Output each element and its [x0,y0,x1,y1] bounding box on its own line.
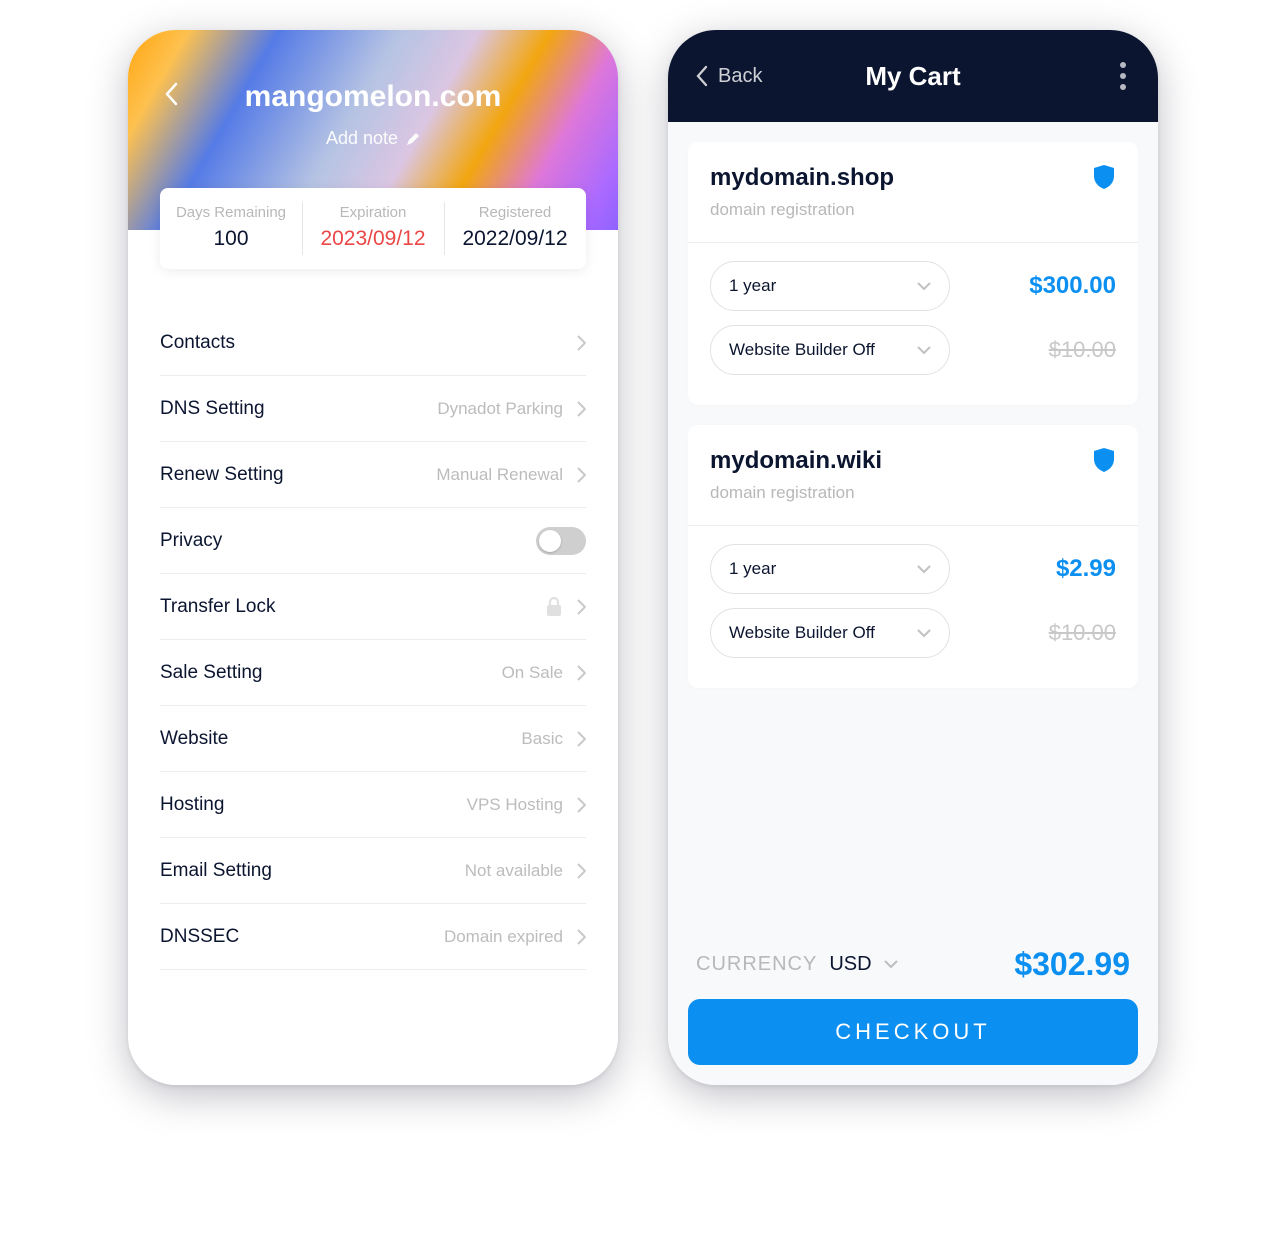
row-dnssec[interactable]: DNSSEC Domain expired [160,904,586,970]
cart-title: My Cart [865,61,960,92]
navbar: Back My Cart [668,30,1158,122]
chevron-right-icon [577,467,586,483]
chevron-right-icon [577,599,586,615]
cart-item-name: mydomain.shop [710,164,894,192]
cart-item-subtitle: domain registration [710,200,894,220]
row-label: DNS Setting [160,398,265,420]
cart-body: mydomain.shop domain registration 1 year… [668,122,1158,1085]
row-label: Contacts [160,332,235,354]
cart-item-name: mydomain.wiki [710,447,882,475]
stat-label: Days Remaining [164,204,298,221]
phone-domain-details: mangomelon.com Add note Days Remaining 1… [128,30,618,1085]
row-value: Dynadot Parking [437,399,563,419]
chevron-right-icon [577,335,586,351]
row-label: Website [160,728,228,750]
stat-value: 100 [164,227,298,251]
row-label: Privacy [160,530,222,552]
divider [688,525,1138,526]
add-note-button[interactable]: Add note [326,128,420,149]
row-value: Basic [521,729,563,749]
back-label: Back [718,65,762,88]
item-price: $2.99 [1056,555,1116,583]
divider [688,242,1138,243]
stat-value: 2022/09/12 [448,227,582,251]
stats-card: Days Remaining 100 Expiration 2023/09/12… [160,188,586,269]
stat-label: Expiration [306,204,440,221]
cart-item: mydomain.shop domain registration 1 year… [688,142,1138,405]
row-transfer-lock[interactable]: Transfer Lock [160,574,586,640]
checkout-label: CHECKOUT [835,1019,990,1045]
row-website[interactable]: Website Basic [160,706,586,772]
row-value: On Sale [502,663,563,683]
term-select[interactable]: 1 year [710,544,950,594]
privacy-toggle[interactable] [536,527,586,555]
row-label: Renew Setting [160,464,284,486]
row-sale[interactable]: Sale Setting On Sale [160,640,586,706]
chevron-right-icon [577,401,586,417]
item-price: $300.00 [1029,272,1116,300]
more-menu-button[interactable] [1120,62,1126,90]
chevron-down-icon [917,629,931,638]
chevron-right-icon [577,929,586,945]
chevron-right-icon [577,731,586,747]
row-label: Hosting [160,794,224,816]
chevron-right-icon [577,863,586,879]
currency-select[interactable]: CURRENCY USD [696,953,898,976]
row-value: Not available [465,861,563,881]
chevron-down-icon [884,960,898,969]
pencil-icon [406,132,420,146]
row-renew[interactable]: Renew Setting Manual Renewal [160,442,586,508]
stat-expiration: Expiration 2023/09/12 [302,188,444,269]
row-contacts[interactable]: Contacts [160,310,586,376]
back-icon[interactable] [164,82,178,106]
builder-select[interactable]: Website Builder Off [710,325,950,375]
currency-row: CURRENCY USD $302.99 [688,940,1138,999]
cart-total: $302.99 [1014,946,1130,983]
shield-icon [1092,447,1116,473]
row-label: Sale Setting [160,662,262,684]
add-note-label: Add note [326,128,398,149]
currency-label: CURRENCY [696,953,817,976]
builder-price: $10.00 [1049,620,1116,646]
stat-value: 2023/09/12 [306,227,440,251]
checkout-button[interactable]: CHECKOUT [688,999,1138,1065]
term-select[interactable]: 1 year [710,261,950,311]
row-label: DNSSEC [160,926,239,948]
currency-value: USD [829,953,871,976]
cart-item-subtitle: domain registration [710,483,882,503]
shield-icon [1092,164,1116,190]
row-email[interactable]: Email Setting Not available [160,838,586,904]
chevron-down-icon [917,282,931,291]
cart-item: mydomain.wiki domain registration 1 year… [688,425,1138,688]
chevron-right-icon [577,665,586,681]
builder-value: Website Builder Off [729,623,875,643]
chevron-down-icon [917,346,931,355]
builder-value: Website Builder Off [729,340,875,360]
lock-icon [545,597,563,617]
stat-registered: Registered 2022/09/12 [444,188,586,269]
settings-list: Contacts DNS Setting Dynadot Parking Ren… [128,310,618,970]
row-value: Domain expired [444,927,563,947]
term-value: 1 year [729,559,776,579]
back-button[interactable]: Back [696,65,762,88]
row-value: VPS Hosting [467,795,563,815]
stat-days-remaining: Days Remaining 100 [160,188,302,269]
row-label: Transfer Lock [160,596,275,618]
phone-cart: Back My Cart mydomain.shop domain regist… [668,30,1158,1085]
chevron-left-icon [696,65,708,87]
builder-select[interactable]: Website Builder Off [710,608,950,658]
row-privacy: Privacy [160,508,586,574]
chevron-right-icon [577,797,586,813]
row-hosting[interactable]: Hosting VPS Hosting [160,772,586,838]
stat-label: Registered [448,204,582,221]
domain-title: mangomelon.com [245,80,502,114]
term-value: 1 year [729,276,776,296]
row-label: Email Setting [160,860,272,882]
chevron-down-icon [917,565,931,574]
row-dns[interactable]: DNS Setting Dynadot Parking [160,376,586,442]
row-value: Manual Renewal [436,465,563,485]
builder-price: $10.00 [1049,337,1116,363]
